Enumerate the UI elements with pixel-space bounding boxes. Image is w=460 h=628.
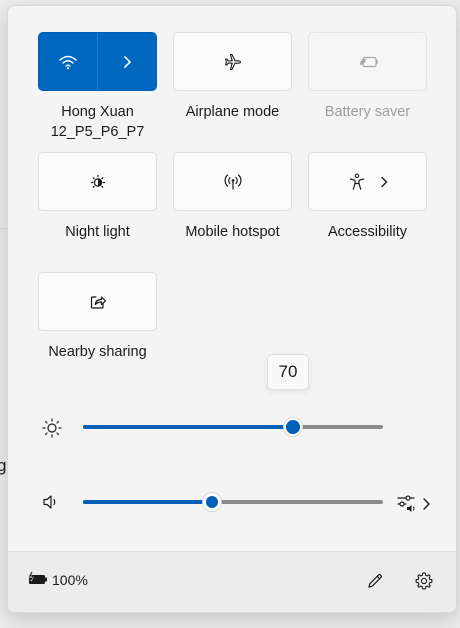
wifi-toggle-button[interactable]: [39, 33, 97, 90]
brightness-icon: [42, 418, 62, 438]
airplane-icon: [224, 53, 241, 70]
brightness-slider-fill: [83, 425, 293, 429]
wifi-network-name-line2: 12_P5_P6_P7: [50, 124, 145, 140]
brightness-value-tooltip: 70: [267, 354, 309, 390]
wifi-tile-label: Hong Xuan 12_P5_P6_P7: [30, 102, 165, 142]
night-light-label: Night light: [65, 224, 130, 240]
brightness-slider[interactable]: [83, 425, 383, 429]
pencil-icon: [368, 574, 382, 588]
volume-slider-thumb[interactable]: [202, 492, 222, 512]
battery-charging-icon: [29, 571, 47, 584]
night-light-tile[interactable]: [38, 152, 157, 211]
accessibility-icon: [349, 173, 364, 190]
chevron-right-icon: [380, 176, 387, 187]
brightness-slider-thumb[interactable]: [283, 417, 303, 437]
chevron-right-icon: [124, 55, 131, 68]
wifi-expand-button[interactable]: [98, 33, 156, 90]
volume-mixer-button[interactable]: [394, 490, 434, 516]
background-divider: [0, 228, 7, 229]
quick-settings-footer: 100%: [8, 551, 456, 612]
nearby-sharing-label: Nearby sharing: [48, 344, 147, 360]
background-partial-text: g: [0, 456, 7, 475]
nearby-sharing-tile[interactable]: [38, 272, 157, 331]
hotspot-icon: [224, 173, 241, 190]
wifi-network-name-line1: Hong Xuan: [61, 104, 134, 120]
share-icon: [90, 295, 106, 309]
battery-saver-tile: [308, 32, 427, 91]
airplane-mode-tile[interactable]: [173, 32, 292, 91]
speaker-icon: [43, 495, 56, 509]
volume-slider-fill: [83, 500, 212, 504]
airplane-mode-label: Airplane mode: [185, 104, 280, 120]
mobile-hotspot-tile[interactable]: [173, 152, 292, 211]
wifi-icon: [59, 55, 77, 69]
gear-icon: [415, 572, 433, 590]
accessibility-label: Accessibility: [328, 224, 407, 240]
battery-saver-icon: [359, 56, 378, 67]
volume-slider[interactable]: [83, 500, 383, 504]
edit-quick-settings-button[interactable]: [360, 566, 390, 596]
settings-button[interactable]: [409, 566, 439, 596]
mobile-hotspot-label: Mobile hotspot: [185, 224, 280, 240]
battery-saver-label: Battery saver: [324, 104, 411, 120]
quick-settings-panel: Hong Xuan 12_P5_P6_P7 Airplane mode Batt…: [7, 5, 457, 613]
battery-percentage: 100%: [52, 572, 88, 588]
volume-mixer-icon: [397, 495, 430, 512]
accessibility-tile[interactable]: [308, 152, 427, 211]
wifi-tile[interactable]: [38, 32, 157, 91]
night-light-icon: [90, 174, 105, 188]
